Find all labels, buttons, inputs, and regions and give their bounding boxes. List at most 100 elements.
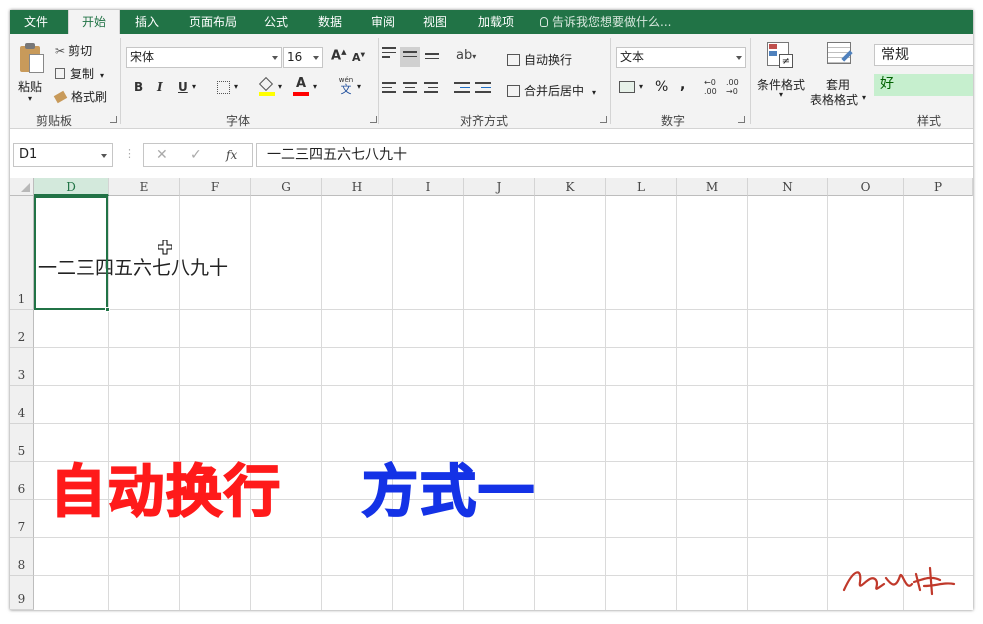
column-header-f[interactable]: F [180,178,251,196]
row-header-8[interactable]: 8 [10,538,34,576]
column-header-e[interactable]: E [109,178,180,196]
merge-dropdown-icon[interactable]: ▾ [592,88,596,97]
row-header-5[interactable]: 5 [10,424,34,462]
paste-dropdown-icon[interactable]: ▾ [28,94,32,103]
font-launcher-icon[interactable] [370,116,377,123]
tab-data[interactable]: 数据 [310,10,350,34]
column-header-h[interactable]: H [322,178,393,196]
bold-button[interactable]: B [134,80,143,94]
tab-insert[interactable]: 插入 [128,10,166,34]
font-color-icon[interactable]: A [293,76,309,96]
tab-view[interactable]: 视图 [416,10,454,34]
column-header-o[interactable]: O [828,178,904,196]
align-bottom-icon[interactable] [425,53,439,62]
tab-review[interactable]: 审阅 [364,10,402,34]
insert-function-icon[interactable]: fx [226,148,237,162]
tab-page-layout[interactable]: 页面布局 [180,10,246,34]
font-color-dropdown-icon[interactable]: ▾ [313,82,317,91]
row-header-4[interactable]: 4 [10,386,34,424]
confirm-entry-icon[interactable]: ✓ [190,147,202,163]
tab-home[interactable]: 开始 [68,10,120,36]
column-header-d[interactable]: D [34,178,109,196]
increase-indent-icon[interactable] [475,82,491,96]
conditional-formatting-icon[interactable]: ≠ [767,42,795,72]
format-as-table-icon[interactable] [827,42,855,72]
cut-button[interactable]: ✂ 剪切 [55,42,92,59]
style-good[interactable]: 好 [874,74,973,96]
column-header-n[interactable]: N [748,178,828,196]
style-normal[interactable]: 常规 [874,44,973,66]
format-painter-button[interactable]: 格式刷 [53,88,107,105]
cancel-entry-icon[interactable]: ✕ [156,147,168,163]
column-header-m[interactable]: M [677,178,748,196]
copy-button[interactable]: 复制 ▾ [55,65,104,82]
shrink-font-button[interactable]: A▼ [352,51,365,64]
align-middle-icon[interactable] [400,47,420,67]
fill-handle[interactable] [105,307,110,312]
number-format-dropdown[interactable]: 文本 [616,47,746,68]
format-as-table-label-2[interactable]: 表格格式 [810,91,858,108]
phonetic-dropdown-icon[interactable]: ▾ [357,82,361,91]
number-launcher-icon[interactable] [738,116,745,123]
alignment-launcher-icon[interactable] [600,116,607,123]
tab-formulas[interactable]: 公式 [256,10,296,34]
tab-addins[interactable]: 加载项 [470,10,522,34]
font-name-dropdown[interactable]: 宋体 [126,47,282,68]
orientation-icon[interactable]: ab▾ [456,48,476,63]
row-header-7[interactable]: 7 [10,500,34,538]
column-header-p[interactable]: P [904,178,973,196]
grow-font-button[interactable]: A▲ [331,48,346,63]
column-header-l[interactable]: L [606,178,677,196]
clipboard-launcher-icon[interactable] [110,116,117,123]
column-header-g[interactable]: G [251,178,322,196]
conditional-dropdown-icon[interactable]: ▾ [779,90,783,99]
active-cell-d1[interactable] [34,196,110,312]
tell-me-box[interactable]: 告诉我您想要做什么... [540,10,671,34]
merge-center-button[interactable]: 合并后居中 ▾ [507,82,596,99]
column-header-j[interactable]: J [464,178,535,196]
paste-button-label[interactable]: 粘贴 [18,78,42,95]
decrease-indent-icon[interactable] [454,82,470,96]
row-header-6[interactable]: 6 [10,462,34,500]
gridline [34,537,973,538]
align-top-icon[interactable] [382,47,396,61]
row-header-1[interactable]: 1 [10,196,34,310]
copy-dropdown-icon[interactable]: ▾ [100,71,104,80]
align-left-icon[interactable] [382,82,396,96]
increase-decimal-icon[interactable]: ←0.00 [704,78,722,98]
font-size-dropdown[interactable]: 16 [283,47,323,68]
name-box[interactable]: D1 [13,143,113,167]
select-all-button[interactable] [10,178,34,196]
row-number: 7 [17,520,26,534]
row-header-9[interactable]: 9 [10,576,34,610]
align-right-icon[interactable] [424,82,438,96]
accounting-dropdown-icon[interactable]: ▾ [639,82,643,91]
wrap-text-button[interactable]: 自动换行 [507,51,572,68]
column-header-k[interactable]: K [535,178,606,196]
formula-input[interactable]: 一二三四五六七八九十 [256,143,973,167]
phonetic-guide-icon[interactable]: wén 文 [337,76,355,98]
percent-style-button[interactable]: % [655,79,668,95]
paste-icon[interactable] [18,42,46,74]
accounting-format-icon[interactable] [619,81,635,93]
underline-button[interactable]: U [178,80,188,94]
row-number: 6 [17,482,26,496]
comma-style-button[interactable]: , [680,77,685,93]
underline-dropdown-icon[interactable]: ▾ [192,82,196,91]
row-header-2[interactable]: 2 [10,310,34,348]
fill-color-dropdown-icon[interactable]: ▾ [278,82,282,91]
borders-dropdown-icon[interactable]: ▾ [234,82,238,91]
format-table-dropdown-icon[interactable]: ▾ [862,93,866,102]
italic-button[interactable]: I [157,80,163,94]
align-center-icon[interactable] [403,82,417,96]
row-number: 5 [17,444,26,458]
fill-color-icon[interactable] [258,76,275,96]
lightbulb-icon [540,17,548,27]
ribbon-separator [750,38,751,124]
row-header-3[interactable]: 3 [10,348,34,386]
decrease-decimal-icon[interactable]: .00 →0 [726,78,744,98]
column-header-i[interactable]: I [393,178,464,196]
borders-icon[interactable] [217,81,230,94]
tab-file[interactable]: 文件 [16,10,56,34]
gridline [827,196,828,610]
